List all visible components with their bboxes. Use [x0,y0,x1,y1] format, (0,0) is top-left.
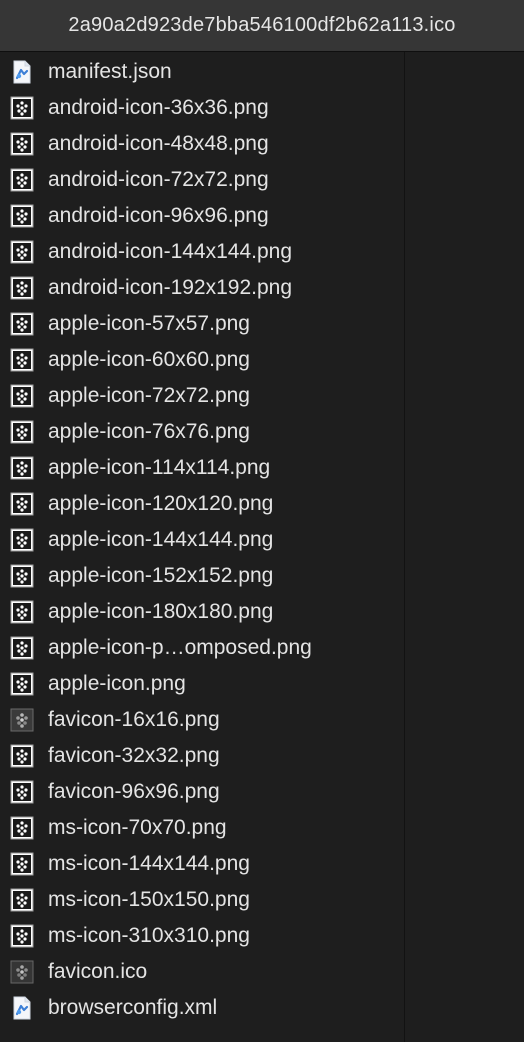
png-file-icon [10,419,34,445]
file-name: favicon-96x96.png [48,780,220,803]
png-file-icon [10,167,34,193]
file-name: apple-icon-60x60.png [48,348,250,371]
png-file-icon [10,455,34,481]
empty-preview-column[interactable] [405,52,524,1042]
file-list: manifest.json android-icon-36x36.png andro… [0,52,404,1026]
file-row[interactable]: apple-icon-152x152.png [0,558,404,594]
ico-thumbnail-icon [10,959,34,985]
file-row[interactable]: android-icon-144x144.png [0,234,404,270]
png-file-icon [10,527,34,553]
file-name: browserconfig.xml [48,996,218,1019]
file-name: apple-icon-76x76.png [48,420,250,443]
png-file-icon [10,275,34,301]
file-name: android-icon-48x48.png [48,132,269,155]
file-row[interactable]: ms-icon-70x70.png [0,810,404,846]
file-row[interactable]: favicon.ico [0,954,404,990]
file-name: favicon-32x32.png [48,744,220,767]
png-file-icon [10,851,34,877]
file-row[interactable]: apple-icon-144x144.png [0,522,404,558]
png-file-icon [10,131,34,157]
file-name: apple-icon-114x114.png [48,456,271,479]
png-file-icon [10,923,34,949]
file-row[interactable]: ms-icon-310x310.png [0,918,404,954]
file-row[interactable]: apple-icon-p…omposed.png [0,630,404,666]
file-row[interactable]: apple-icon-76x76.png [0,414,404,450]
file-name: apple-icon-152x152.png [48,564,274,587]
file-row[interactable]: apple-icon-60x60.png [0,342,404,378]
file-name: manifest.json [48,60,172,83]
finder-window: 2a90a2d923de7bba546100df2b62a113.ico man… [0,0,524,1042]
file-name: apple-icon-180x180.png [48,600,274,623]
file-row[interactable]: browserconfig.xml [0,990,404,1026]
png-file-icon [10,887,34,913]
file-row[interactable]: android-icon-48x48.png [0,126,404,162]
file-name: android-icon-96x96.png [48,204,269,227]
file-row[interactable]: android-icon-96x96.png [0,198,404,234]
png-file-icon [10,239,34,265]
file-row[interactable]: favicon-32x32.png [0,738,404,774]
file-row[interactable]: android-icon-192x192.png [0,270,404,306]
png-file-icon [10,599,34,625]
file-name: ms-icon-150x150.png [48,888,250,911]
file-row[interactable]: apple-icon-57x57.png [0,306,404,342]
file-name: android-icon-192x192.png [48,276,293,299]
file-row[interactable]: apple-icon-72x72.png [0,378,404,414]
file-name: ms-icon-144x144.png [48,852,250,875]
file-list-column[interactable]: manifest.json android-icon-36x36.png andro… [0,52,405,1042]
file-row[interactable]: ms-icon-144x144.png [0,846,404,882]
file-name: android-icon-36x36.png [48,96,269,119]
file-name: ms-icon-310x310.png [48,924,250,947]
png-thumbnail-icon [10,707,34,733]
file-name: apple-icon.png [48,672,186,695]
png-file-icon [10,815,34,841]
png-file-icon [10,203,34,229]
png-file-icon [10,563,34,589]
file-row[interactable]: android-icon-36x36.png [0,90,404,126]
file-name: apple-icon-57x57.png [48,312,250,335]
file-row[interactable]: apple-icon-120x120.png [0,486,404,522]
file-name: android-icon-72x72.png [48,168,269,191]
file-row[interactable]: apple-icon.png [0,666,404,702]
xml-file-icon [10,995,34,1021]
window-title: 2a90a2d923de7bba546100df2b62a113.ico [68,14,456,36]
file-name: android-icon-144x144.png [48,240,293,263]
file-name: apple-icon-120x120.png [48,492,274,515]
png-file-icon [10,311,34,337]
png-file-icon [10,347,34,373]
file-row[interactable]: android-icon-72x72.png [0,162,404,198]
file-name: apple-icon-144x144.png [48,528,274,551]
png-file-icon [10,743,34,769]
file-name: favicon-16x16.png [48,708,220,731]
png-file-icon [10,383,34,409]
file-row[interactable]: ms-icon-150x150.png [0,882,404,918]
png-file-icon [10,491,34,517]
file-row[interactable]: apple-icon-180x180.png [0,594,404,630]
json-file-icon [10,59,34,85]
png-file-icon [10,779,34,805]
png-file-icon [10,635,34,661]
file-name: apple-icon-72x72.png [48,384,250,407]
file-row[interactable]: favicon-96x96.png [0,774,404,810]
title-bar[interactable]: 2a90a2d923de7bba546100df2b62a113.ico [0,0,524,52]
file-name: favicon.ico [48,960,148,983]
file-row[interactable]: manifest.json [0,54,404,90]
file-name: apple-icon-p…omposed.png [48,636,312,659]
file-row[interactable]: favicon-16x16.png [0,702,404,738]
png-file-icon [10,95,34,121]
file-row[interactable]: apple-icon-114x114.png [0,450,404,486]
png-file-icon [10,671,34,697]
file-name: ms-icon-70x70.png [48,816,227,839]
